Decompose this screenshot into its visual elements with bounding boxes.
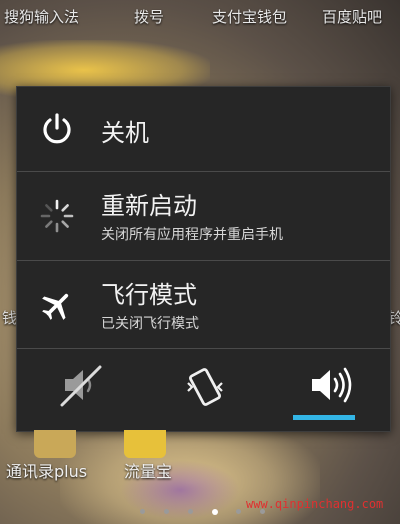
menu-item-power-off[interactable]: 关机 xyxy=(17,87,390,171)
menu-item-title: 关机 xyxy=(101,119,149,147)
menu-item-title: 重新启动 xyxy=(101,192,197,220)
page-dot-active xyxy=(212,509,218,515)
power-options-dialog: 关机 重新启动 关闭所有应用程序并重启手机 飞行模式 已关闭飞行模式 xyxy=(16,86,391,432)
phone-vibrate-icon xyxy=(187,368,223,406)
sound-mode-sound-button[interactable] xyxy=(267,349,387,431)
app-label-baidu-tieba[interactable]: 百度贴吧 xyxy=(322,6,382,27)
menu-item-subtitle: 关闭所有应用程序并重启手机 xyxy=(101,227,283,243)
app-label-contacts-plus[interactable]: 通讯录plus xyxy=(6,458,87,482)
home-app-row-top: 搜狗输入法 拨号 支付宝钱包 百度贴吧 xyxy=(0,0,400,32)
page-dot xyxy=(236,509,241,514)
app-label-sogou-input[interactable]: 搜狗输入法 xyxy=(4,6,79,27)
menu-item-subtitle: 已关闭飞行模式 xyxy=(101,316,199,332)
selected-mode-indicator xyxy=(293,415,355,420)
speaker-muted-icon xyxy=(60,365,102,407)
sound-mode-silent-button[interactable] xyxy=(19,349,139,431)
reboot-spinner-icon xyxy=(40,199,74,233)
contacts-plus-app-icon[interactable] xyxy=(34,430,76,458)
power-icon xyxy=(43,113,71,144)
menu-item-reboot[interactable]: 重新启动 关闭所有应用程序并重启手机 xyxy=(17,172,390,260)
airplane-icon xyxy=(42,293,69,320)
app-label-traffic-treasure[interactable]: 流量宝 xyxy=(124,458,172,482)
speaker-on-icon xyxy=(312,367,352,403)
partial-app-label-left: 钱 xyxy=(2,309,18,327)
sound-mode-vibrate-button[interactable] xyxy=(143,349,263,431)
traffic-treasure-app-icon[interactable] xyxy=(124,430,166,458)
page-dot xyxy=(140,509,145,514)
watermark: www.qinpinchang.com xyxy=(246,497,384,511)
menu-item-airplane-mode[interactable]: 飞行模式 已关闭飞行模式 xyxy=(17,261,390,347)
app-label-dialer[interactable]: 拨号 xyxy=(134,6,164,27)
app-label-alipay-wallet[interactable]: 支付宝钱包 xyxy=(212,6,287,27)
menu-item-title: 飞行模式 xyxy=(101,281,197,309)
page-dot xyxy=(164,509,169,514)
page-dot xyxy=(188,509,193,514)
